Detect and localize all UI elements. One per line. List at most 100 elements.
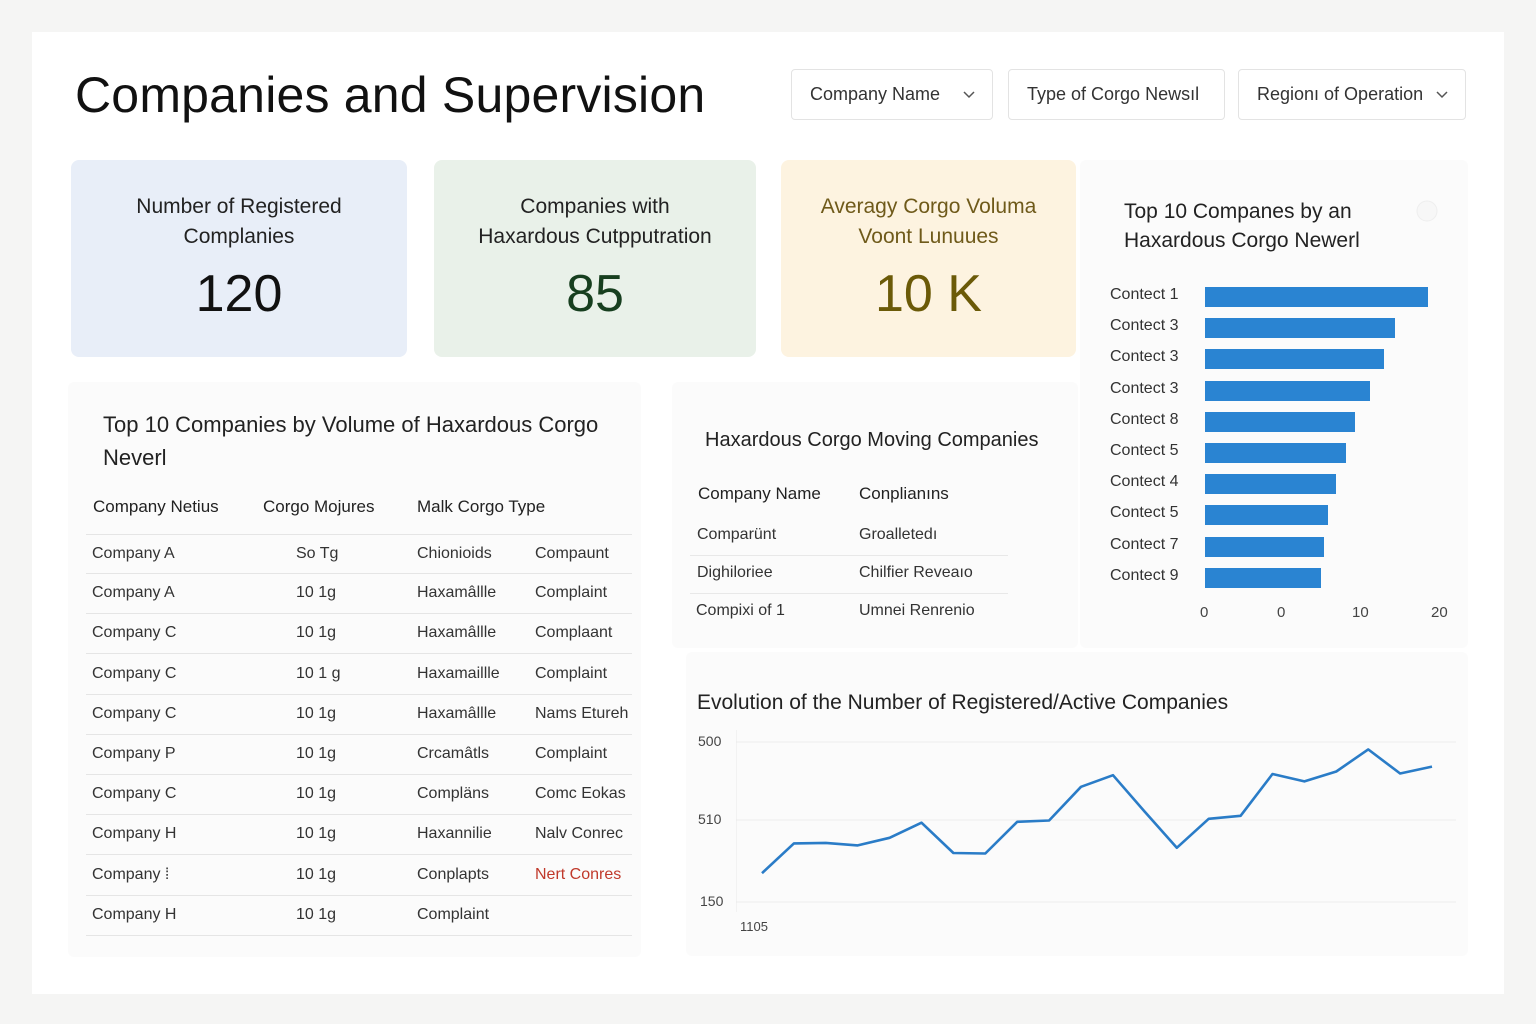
table-cell: Complaint xyxy=(417,905,490,923)
table-cell: Haxamâllle xyxy=(417,584,497,602)
table-cell: 10 1g xyxy=(296,865,337,883)
bar-label: Contect 5 xyxy=(1110,504,1179,522)
table-cell: 10 1g xyxy=(296,584,337,602)
bar[interactable] xyxy=(1205,567,1321,588)
kpi-label: Number of Registered Complanies xyxy=(136,195,342,248)
table-row[interactable]: Comparünt Groalletedı xyxy=(690,518,1008,556)
bar-label: Contect 1 xyxy=(1110,286,1179,303)
hazardous-moving-title: Haxardous Corgo Moving Companies xyxy=(705,429,1039,451)
table-row[interactable]: Company P 10 1g Crcamâtls Complaint xyxy=(86,735,632,775)
bar-label: Contect 7 xyxy=(1110,535,1179,553)
table-cell: 10 1 g xyxy=(296,664,341,682)
bar-label: Contect 3 xyxy=(1110,317,1179,335)
table-cell: So Tg xyxy=(296,545,339,562)
bar-label: Contect 9 xyxy=(1110,566,1179,584)
table-cell: Nams Etureh xyxy=(535,704,629,722)
table-cell: Company ⁞ xyxy=(92,865,170,883)
x-tick-label: 10 xyxy=(1352,604,1369,621)
bar[interactable] xyxy=(1205,474,1337,495)
bar-label: Contect 5 xyxy=(1110,442,1179,459)
column-header[interactable]: Company Name xyxy=(698,484,821,504)
filter-company-name[interactable]: Company Name xyxy=(791,69,993,120)
kpi-card-registered: Number of Registered Complanies 120 xyxy=(71,160,407,357)
table-cell: Haxamâllle xyxy=(417,704,497,722)
line-chart-title: Evolution of the Number of Registered/Ac… xyxy=(697,691,1229,714)
table-cell: Compaunt xyxy=(535,545,609,562)
table-cell: Complaint xyxy=(535,745,608,762)
bar-label: Contect 4 xyxy=(1110,473,1179,491)
filter-label: Regionı of Operation xyxy=(1257,84,1424,104)
table-cell: 10 1g xyxy=(296,905,337,923)
bar-label: Contect 3 xyxy=(1110,379,1179,397)
table-cell: Company C xyxy=(92,704,177,722)
column-header[interactable]: Conplianıns xyxy=(859,484,949,504)
filter-region[interactable]: Regionı of Operation xyxy=(1238,69,1466,120)
table-cell: Compläns xyxy=(417,785,490,803)
table-row[interactable]: Company H 10 1g Haxannilie Nalv Conrec xyxy=(86,815,632,856)
table-row[interactable]: Dighiloriee Chilfier Reveaıo xyxy=(690,556,1008,594)
table-cell: Comc Eokas xyxy=(535,785,626,803)
table-cell: Haxamâllle xyxy=(417,624,497,642)
kpi-label: Averagy Corgo Voluma Voont Lunuues xyxy=(820,195,1037,248)
table-cell: Complaant xyxy=(535,624,613,642)
bar[interactable] xyxy=(1205,411,1356,432)
table-cell: 10 1g xyxy=(296,624,337,642)
cell: Groalletedı xyxy=(859,526,938,543)
column-header[interactable]: Company Netius xyxy=(93,497,219,517)
filter-cargo-type[interactable]: Type of Corgo Newsıl xyxy=(1008,69,1225,120)
table-cell: Company C xyxy=(92,785,177,803)
column-header[interactable]: Corgo Mojures xyxy=(263,497,375,517)
table-row[interactable]: Company C 10 1 g Haxamaillle Complaint xyxy=(86,655,632,695)
y-tick-label: 150 xyxy=(700,893,724,909)
table-cell: Company A xyxy=(92,584,175,602)
bar-label: Contect 3 xyxy=(1110,348,1179,366)
kpi-card-hazardous: Companies with Haxardous Cutpputration 8… xyxy=(434,160,756,357)
table-row[interactable]: Company ⁞ 10 1g Conplapts Nert Conres xyxy=(86,856,632,896)
table-cell: Company P xyxy=(92,745,176,762)
table-cell: Complaint xyxy=(535,584,608,602)
table-cell: Company C xyxy=(92,624,177,642)
table-cell: 10 1g xyxy=(296,825,337,843)
chevron-down-icon xyxy=(963,91,975,99)
table-cell: 10 1g xyxy=(296,745,337,762)
table-row[interactable]: Company A 10 1g Haxamâllle Complaint xyxy=(86,574,632,615)
table-row[interactable]: Company A So Tg Chionioids Compaunt xyxy=(86,534,632,574)
x-tick-label: 1105 xyxy=(740,919,768,934)
column-header[interactable]: Malk Corgo Type xyxy=(417,497,545,517)
table-cell: Company A xyxy=(92,545,175,562)
bar[interactable] xyxy=(1205,536,1325,557)
bar[interactable] xyxy=(1205,443,1346,463)
table-cell: 10 1g xyxy=(296,704,337,722)
table-cell: Company C xyxy=(92,664,177,682)
table-cell: Chionioids xyxy=(417,545,492,562)
cell: Comparünt xyxy=(697,526,777,543)
cell: Dighiloriee xyxy=(697,564,773,581)
table-cell: Complaint xyxy=(535,664,608,682)
bar[interactable] xyxy=(1205,505,1328,526)
x-tick-label: 0 xyxy=(1200,604,1209,621)
table-cell: Company H xyxy=(92,825,177,843)
bar-label: Contect 8 xyxy=(1110,410,1179,428)
cell: Umnei Renrenio xyxy=(859,602,975,619)
bar[interactable] xyxy=(1205,349,1384,370)
bar[interactable] xyxy=(1205,318,1395,339)
table-cell: Haxannilie xyxy=(417,825,492,843)
table-row[interactable]: Company C 10 1g Compläns Comc Eokas xyxy=(86,775,632,816)
bar[interactable] xyxy=(1205,380,1370,401)
table-row[interactable]: Comрixi of 1 Umnei Renrenio xyxy=(690,594,1008,632)
filter-label: Type of Corgo Newsıl xyxy=(1027,84,1200,104)
more-options-icon[interactable] xyxy=(1414,198,1440,224)
x-tick-label: 0 xyxy=(1277,604,1286,621)
kpi-card-avg-volume: Averagy Corgo Voluma Voont Lunuues 10 K xyxy=(781,160,1076,357)
bar-chart-title: Top 10 Companes by an Haxardous Corgo Ne… xyxy=(1124,200,1360,252)
bar[interactable] xyxy=(1205,287,1429,307)
page-title: Companies and Supervision xyxy=(75,67,706,123)
table-cell: Nert Conres xyxy=(535,865,622,883)
kpi-value: 10 K xyxy=(875,265,982,323)
table-row[interactable]: Company C 10 1g Haxamâllle Nams Etureh xyxy=(86,695,632,735)
table-cell: Conplapts xyxy=(417,865,490,883)
table-row[interactable]: Company H 10 1g Complaint xyxy=(86,896,632,936)
table-row[interactable]: Company C 10 1g Haxamâllle Complaant xyxy=(86,614,632,655)
kpi-label: Companies with Haxardous Cutpputration xyxy=(478,195,712,248)
kpi-value: 85 xyxy=(566,265,624,323)
